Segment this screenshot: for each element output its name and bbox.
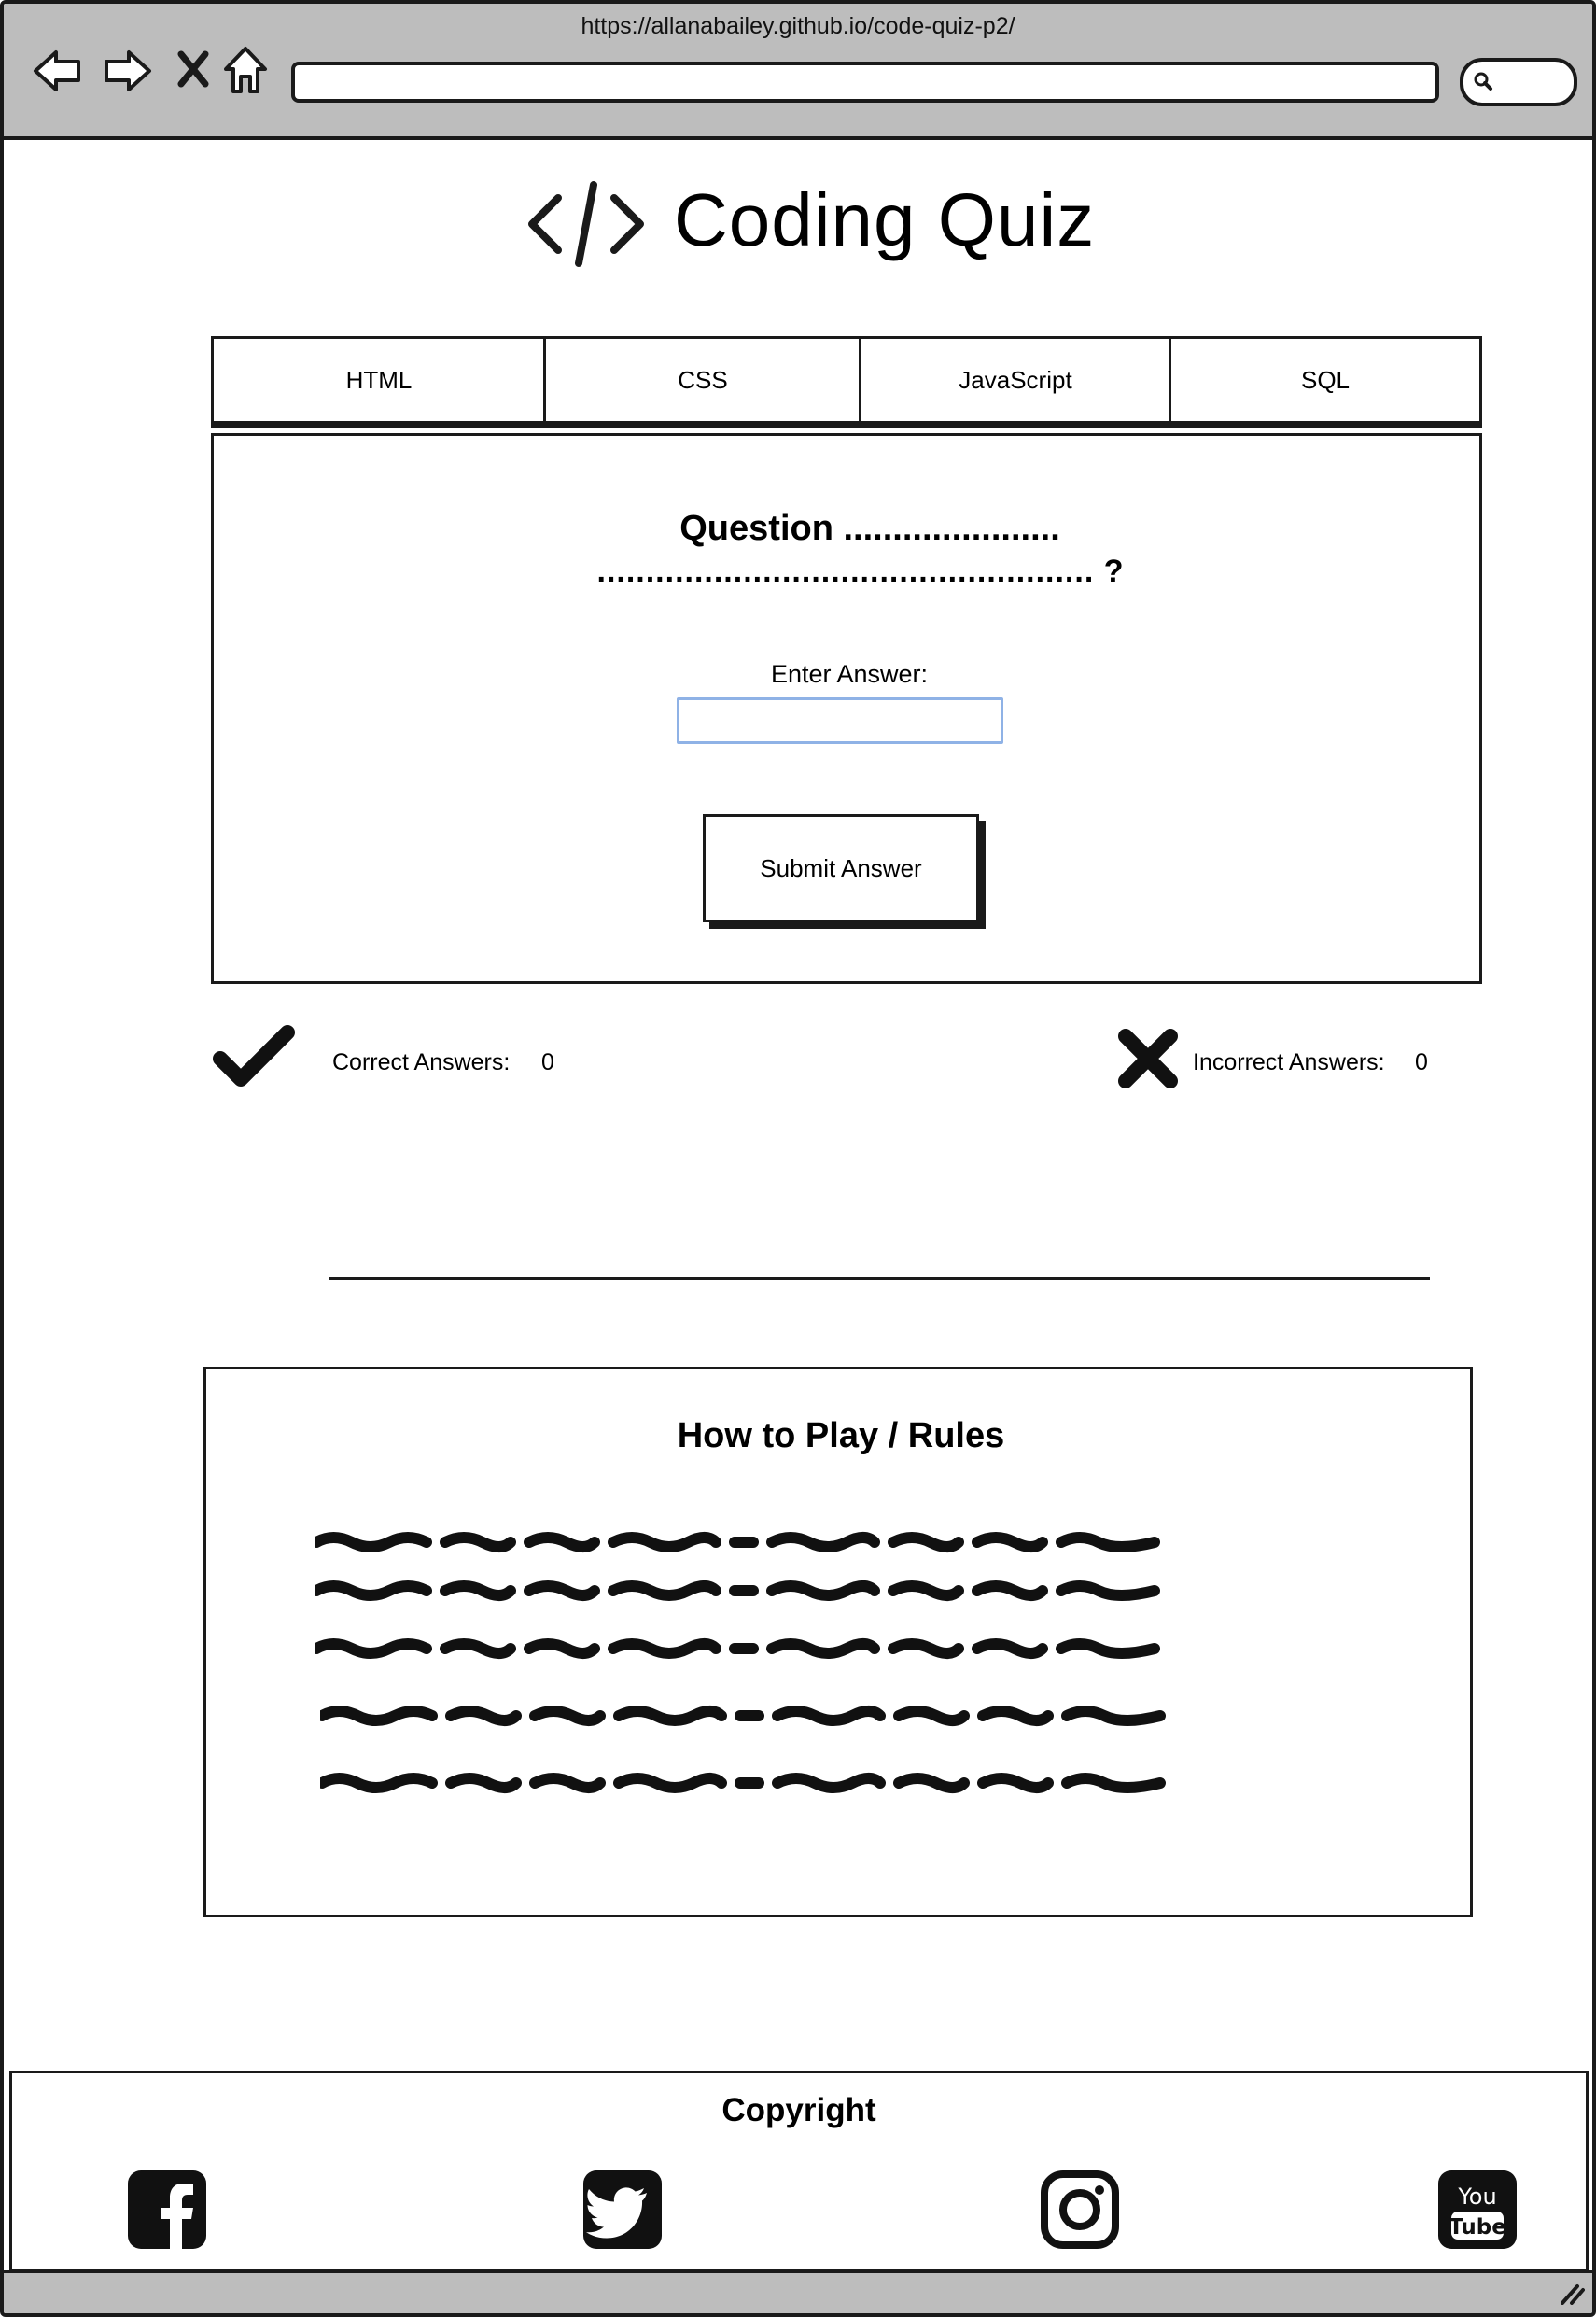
browser-window: https://allanabailey.github.io/code-quiz… <box>0 0 1596 2317</box>
page-title: Coding Quiz <box>674 178 1096 261</box>
forward-arrow-icon[interactable] <box>101 47 153 95</box>
tab-sql[interactable]: SQL <box>1169 336 1482 428</box>
question-text-continued: ........................................… <box>596 554 1125 589</box>
browser-status-bar <box>4 2270 1592 2313</box>
browser-toolbar: https://allanabailey.github.io/code-quiz… <box>4 4 1592 140</box>
back-arrow-icon[interactable] <box>32 47 84 95</box>
search-icon <box>1474 72 1492 91</box>
svg-text:Tube: Tube <box>1449 2215 1506 2240</box>
tab-html[interactable]: HTML <box>211 336 547 428</box>
youtube-icon[interactable]: You Tube <box>1438 2170 1517 2249</box>
rules-title: How to Play / Rules <box>677 1416 1005 1455</box>
facebook-icon[interactable] <box>128 2170 206 2249</box>
address-bar[interactable] <box>291 62 1439 103</box>
rules-panel: How to Play / Rules <box>203 1367 1473 1917</box>
placeholder-text-scribble <box>320 1773 1166 1793</box>
home-icon[interactable] <box>222 45 269 97</box>
tab-javascript[interactable]: JavaScript <box>859 336 1172 428</box>
submit-answer-button[interactable]: Submit Answer <box>703 814 979 922</box>
correct-answers-label: Correct Answers: <box>332 1049 511 1075</box>
placeholder-text-scribble <box>315 1532 1160 1552</box>
quiz-panel: Question ...................... ........… <box>211 433 1482 984</box>
checkmark-icon <box>213 1025 295 1087</box>
incorrect-answers-count: 0 <box>1415 1049 1428 1075</box>
resize-handle-icon[interactable] <box>1557 2282 1585 2305</box>
incorrect-answers-label: Incorrect Answers: <box>1193 1049 1385 1075</box>
tab-css[interactable]: CSS <box>543 336 862 428</box>
url-text: https://allanabailey.github.io/code-quiz… <box>581 13 1015 39</box>
answer-input[interactable] <box>677 697 1003 744</box>
svg-text:You: You <box>1457 2184 1496 2210</box>
cross-icon <box>1118 1029 1178 1088</box>
twitter-icon[interactable] <box>583 2170 662 2249</box>
placeholder-text-scribble <box>320 1706 1166 1726</box>
browser-search-box[interactable] <box>1460 58 1577 106</box>
copyright-text: Copyright <box>721 2092 876 2128</box>
placeholder-text-scribble <box>315 1638 1160 1659</box>
correct-answers-count: 0 <box>541 1049 554 1075</box>
footer: Copyright You Tube <box>9 2071 1589 2272</box>
question-text: Question ...................... <box>679 509 1060 548</box>
section-divider <box>329 1277 1430 1280</box>
close-icon[interactable] <box>177 50 209 88</box>
code-brackets-icon <box>528 181 644 267</box>
answer-label: Enter Answer: <box>770 660 929 688</box>
placeholder-text-scribble <box>315 1580 1160 1601</box>
instagram-icon[interactable] <box>1041 2170 1119 2249</box>
